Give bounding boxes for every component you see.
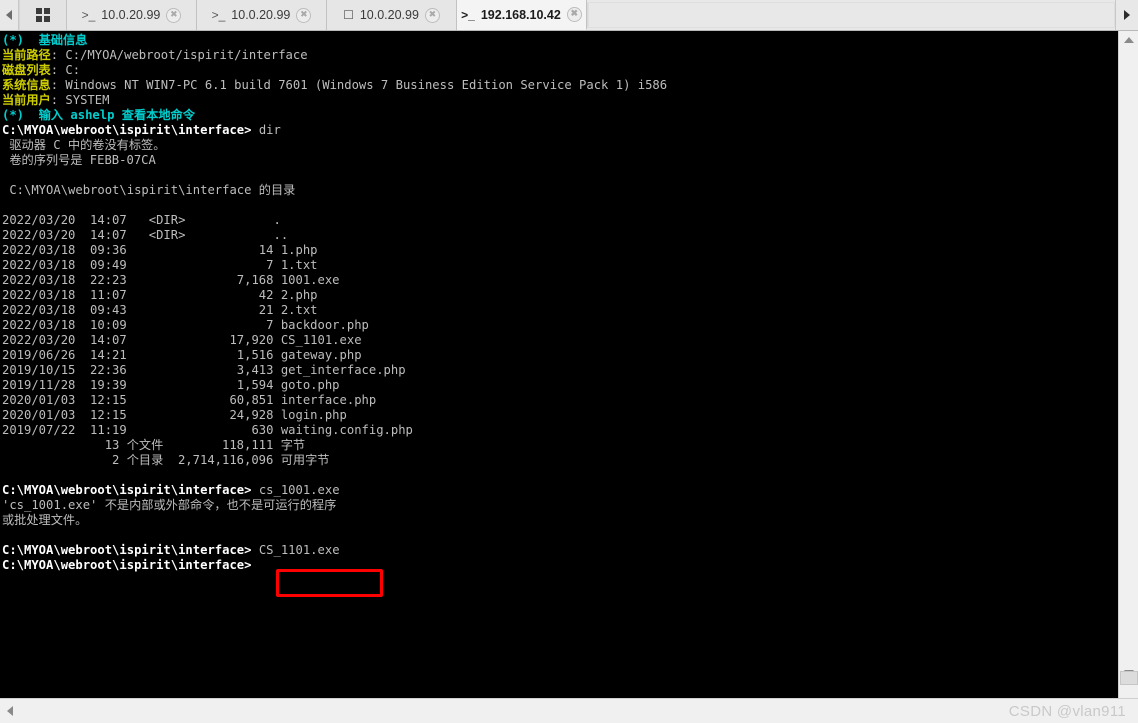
- tab-label: 10.0.20.99: [101, 8, 161, 22]
- tab-label: 10.0.20.99: [359, 8, 419, 22]
- watermark-text: CSDN @vlan911: [1008, 703, 1126, 720]
- vertical-scrollbar-thumb[interactable]: [1120, 671, 1138, 685]
- scroll-up-button[interactable]: [1119, 31, 1138, 49]
- tab-sftp-3[interactable]: ☐ 10.0.20.99 ✖: [327, 0, 457, 30]
- tab-scroll-right-button[interactable]: [1115, 0, 1138, 30]
- tab-close-icon[interactable]: ✖: [424, 7, 440, 23]
- terminal-pane[interactable]: (*) 基础信息 当前路径: C:/MYOA/webroot/ispirit/in…: [0, 31, 1138, 698]
- tab-close-icon[interactable]: ✖: [296, 7, 312, 23]
- tab-scroll-left-button[interactable]: [0, 0, 19, 30]
- vertical-scrollbar[interactable]: [1118, 31, 1138, 698]
- terminal-app-window: >_ 10.0.20.99 ✖ >_ 10.0.20.99 ✖ ☐ 10.0.2…: [0, 0, 1138, 723]
- tab-close-icon[interactable]: ✖: [566, 7, 582, 22]
- tab-label: 192.168.10.42: [480, 7, 561, 22]
- tab-bar: >_ 10.0.20.99 ✖ >_ 10.0.20.99 ✖ ☐ 10.0.2…: [0, 0, 1138, 31]
- terminal-icon: >_: [211, 8, 226, 22]
- horizontal-scrollbar[interactable]: CSDN @vlan911: [0, 698, 1138, 723]
- tab-bar-empty-space: [587, 2, 1115, 28]
- terminal-icon: >_: [461, 7, 475, 22]
- tab-terminal-2[interactable]: >_ 10.0.20.99 ✖: [197, 0, 327, 30]
- arrow-left-icon: [6, 706, 13, 716]
- scroll-left-button[interactable]: [0, 699, 19, 723]
- tab-overview-button[interactable]: [19, 0, 67, 30]
- terminal-output[interactable]: (*) 基础信息 当前路径: C:/MYOA/webroot/ispirit/in…: [0, 31, 1118, 698]
- tab-terminal-1[interactable]: >_ 10.0.20.99 ✖: [67, 0, 197, 30]
- tab-label: 10.0.20.99: [231, 8, 291, 22]
- terminal-icon: >_: [81, 8, 96, 22]
- tab-close-icon[interactable]: ✖: [166, 7, 182, 23]
- folder-icon: ☐: [343, 8, 354, 22]
- chevron-right-icon: [1124, 10, 1130, 20]
- arrow-up-icon: [1123, 37, 1134, 43]
- tab-terminal-4-active[interactable]: >_ 192.168.10.42 ✖: [457, 0, 587, 30]
- chevron-left-icon: [6, 10, 12, 20]
- grid-icon: [36, 8, 50, 22]
